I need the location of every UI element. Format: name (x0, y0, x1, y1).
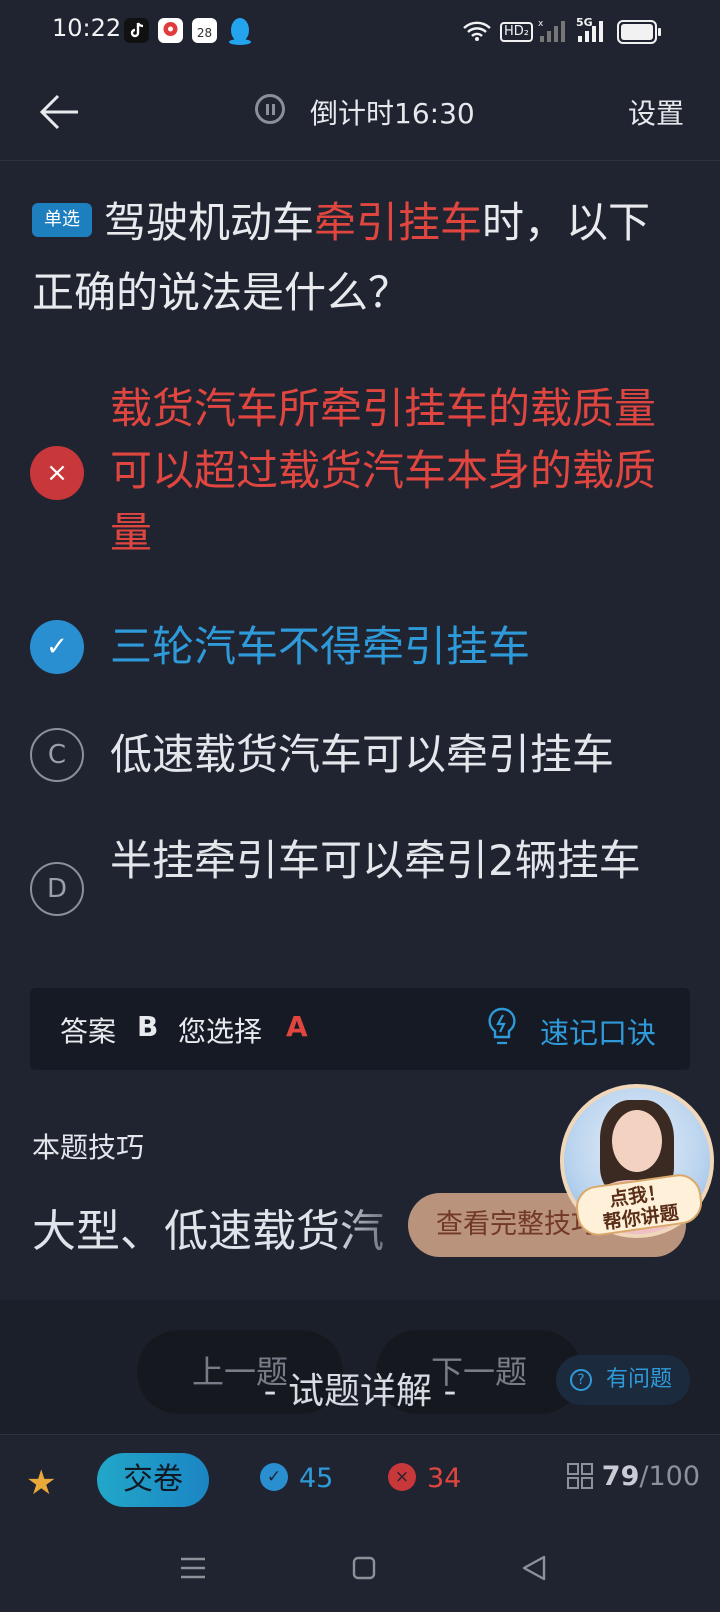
chosen-label: 您选择 (178, 1015, 263, 1048)
submit-exam-button[interactable]: 交卷 (97, 1453, 209, 1507)
chosen-value: A (286, 1010, 308, 1043)
option-d-marker: D (30, 862, 84, 916)
memo-button[interactable]: 速记口诀 (540, 1010, 656, 1052)
option-b-text: 三轮汽车不得牵引挂车 (110, 622, 531, 671)
grid-icon[interactable] (567, 1463, 593, 1489)
status-bar: 10:22 28 HD₂ x 5G (0, 0, 720, 66)
question-text: 单选 驾驶机动车牵引挂车时，以下正确的说法是什么？ (32, 188, 692, 328)
menu-icon[interactable] (180, 1556, 206, 1584)
option-c-marker: C (30, 728, 84, 782)
option-b[interactable]: ✓ 三轮汽车不得牵引挂车 (0, 616, 720, 678)
clock: 10:22 (52, 14, 122, 42)
question-mark-icon: ? (570, 1369, 592, 1391)
option-a-text: 载货汽车所牵引挂车的载质量可以超过载货汽车本身的载质量 (110, 384, 657, 557)
pause-icon[interactable] (255, 94, 285, 124)
tip-title: 本题技巧 (32, 1131, 145, 1164)
svg-text:x: x (538, 19, 544, 29)
tiktok-icon (124, 18, 149, 43)
settings-button[interactable]: 设置 (628, 92, 684, 132)
signal-icon-1: x (538, 18, 566, 48)
home-icon[interactable] (352, 1556, 376, 1584)
option-a[interactable]: × 载货汽车所牵引挂车的载质量可以超过载货汽车本身的载质量 (0, 374, 720, 570)
answer-value: B (137, 1010, 159, 1043)
back-triangle-icon[interactable] (522, 1555, 546, 1585)
option-d-text: 半挂牵引车可以牵引2辆挂车 (110, 836, 641, 885)
question-text-before: 驾驶机动车 (104, 198, 315, 247)
question-progress[interactable]: 79/100 (602, 1461, 700, 1492)
calendar-app-icon: 28 (192, 18, 217, 43)
ask-label: 有问题 (605, 1367, 672, 1392)
answer-bar: 答案 B 您选择 A 速记口诀 (30, 988, 690, 1070)
answer-label: 答案 (60, 1015, 117, 1048)
wrong-count: 34 (427, 1463, 462, 1494)
option-d[interactable]: D 半挂牵引车可以牵引2辆挂车 (0, 830, 720, 954)
system-navigation (0, 1526, 720, 1612)
correct-check-icon: ✓ (260, 1463, 288, 1491)
ask-question-button[interactable]: ? 有问题 (556, 1355, 690, 1405)
option-c[interactable]: C 低速载货汽车可以牵引挂车 (0, 724, 720, 786)
wifi-icon (462, 20, 492, 46)
current-question: 79 (601, 1461, 640, 1492)
calendar-day: 28 (196, 26, 213, 40)
top-app-bar: 倒计时16:30 设置 (0, 66, 720, 161)
option-c-text: 低速载货汽车可以牵引挂车 (110, 730, 615, 779)
map-pin-app-icon (158, 18, 183, 43)
check-icon: ✓ (30, 620, 84, 674)
qq-penguin-icon (227, 16, 253, 50)
star-icon[interactable]: ★ (26, 1463, 56, 1503)
arrow-left-icon[interactable] (38, 92, 80, 132)
wrong-x-count-icon: × (388, 1463, 416, 1491)
hd-badge: HD₂ (500, 22, 533, 42)
lightbulb-icon (485, 1006, 519, 1048)
battery-icon (617, 20, 663, 48)
bottom-bar: ★ 交卷 ✓ 45 × 34 79/100 (0, 1434, 720, 1527)
wrong-x-icon: × (30, 446, 84, 500)
avatar-face (612, 1110, 662, 1172)
correct-count: 45 (299, 1463, 334, 1494)
signal-icon-2 (576, 18, 606, 48)
total-questions: /100 (639, 1461, 700, 1492)
countdown-timer: 倒计时16:30 (310, 97, 475, 130)
question-keyword: 牵引挂车 (314, 198, 483, 247)
question-type-tag: 单选 (32, 202, 92, 237)
tip-preview: 大型、低速载货汽 (32, 1195, 422, 1259)
